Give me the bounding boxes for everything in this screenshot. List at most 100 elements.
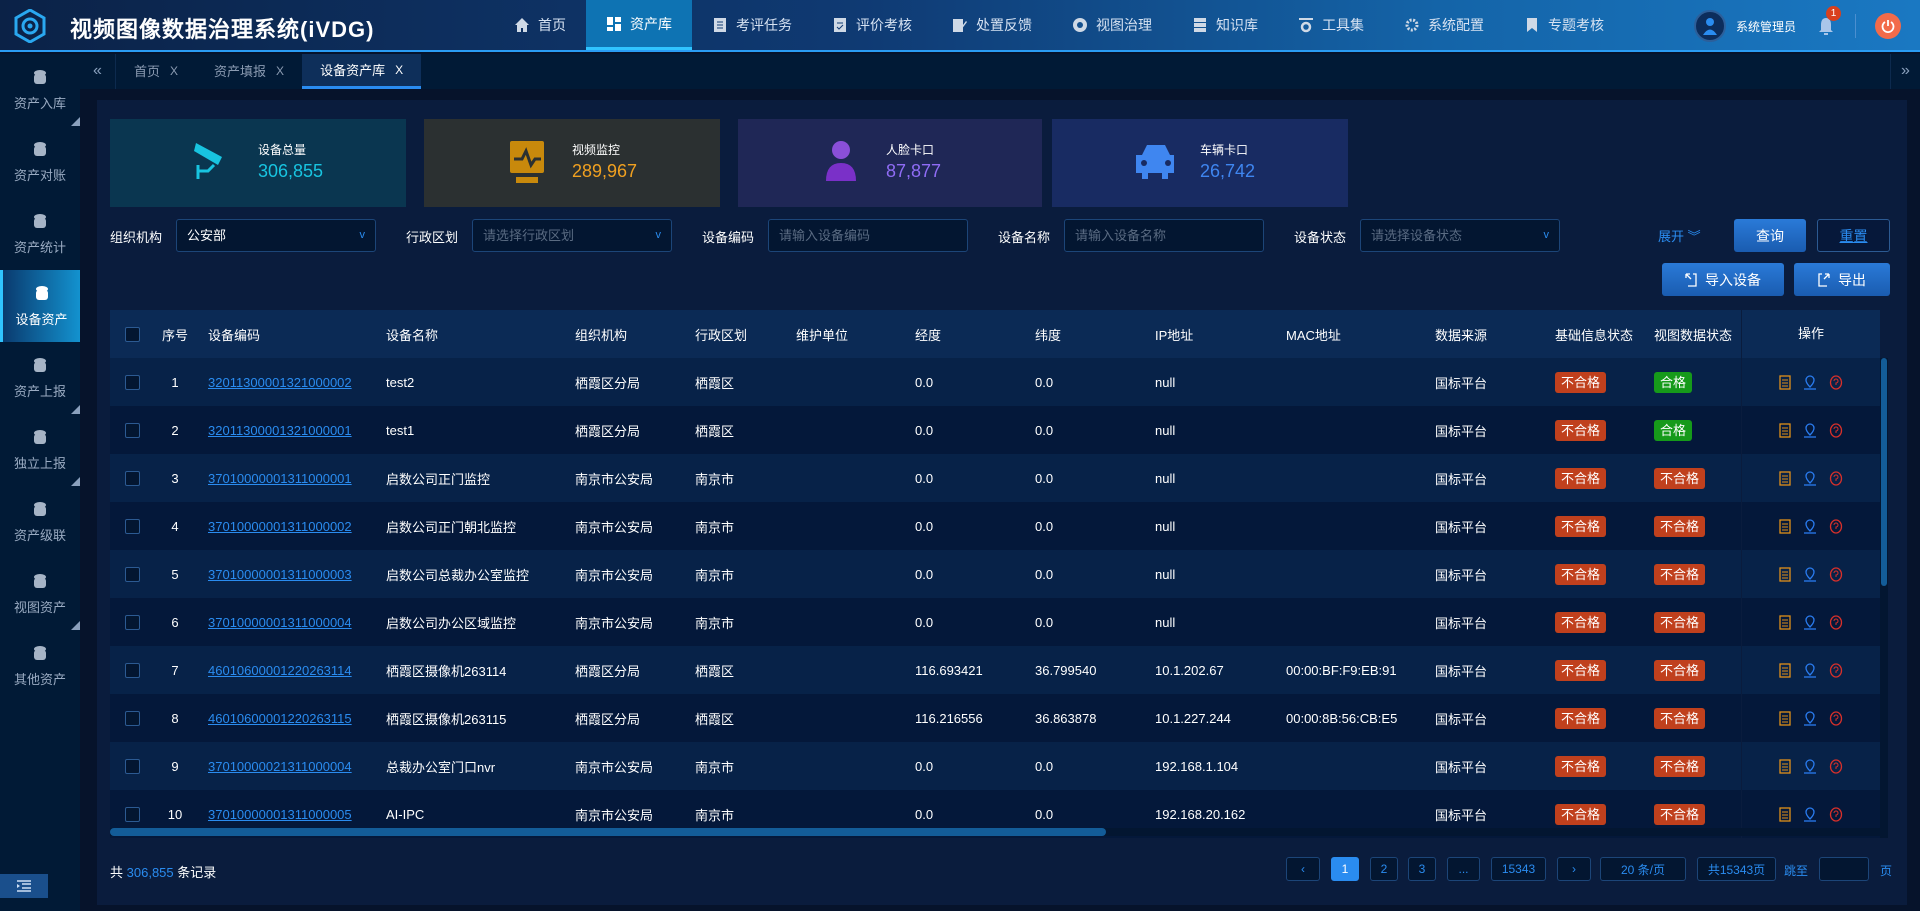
user-name[interactable]: 系统管理员 — [1736, 18, 1796, 35]
tab-device-asset-library[interactable]: 设备资产库 X — [302, 53, 422, 89]
help-icon[interactable] — [1829, 374, 1843, 390]
horizontal-scrollbar[interactable] — [110, 828, 1880, 836]
device-code-input[interactable]: 请输入设备编码 — [768, 219, 968, 252]
device-code-link[interactable]: 46010600001220263115 — [208, 711, 352, 726]
row-checkbox[interactable] — [125, 806, 140, 822]
row-checkbox[interactable] — [125, 422, 140, 438]
page-last-button[interactable]: 15343 — [1491, 857, 1546, 881]
help-icon[interactable] — [1829, 806, 1843, 822]
close-icon[interactable]: X — [276, 54, 284, 89]
row-checkbox[interactable] — [125, 614, 140, 630]
help-icon[interactable] — [1829, 710, 1843, 726]
row-checkbox[interactable] — [125, 758, 140, 774]
device-code-link[interactable]: 37010000001311000005 — [208, 807, 352, 822]
sidebar-item-7[interactable]: 视图资产 — [0, 558, 80, 630]
detail-icon[interactable] — [1779, 422, 1791, 438]
sidebar-item-0[interactable]: 资产入库 — [0, 54, 80, 126]
sidebar-toggle-button[interactable] — [0, 874, 48, 898]
sidebar-item-1[interactable]: 资产对账 — [0, 126, 80, 198]
device-code-link[interactable]: 37010000001311000002 — [208, 519, 352, 534]
location-icon[interactable] — [1803, 758, 1817, 774]
scrollbar-thumb[interactable] — [1881, 358, 1887, 586]
reset-button[interactable]: 重置 — [1817, 219, 1890, 252]
vertical-scrollbar[interactable] — [1880, 358, 1888, 838]
location-icon[interactable] — [1803, 470, 1817, 486]
help-icon[interactable] — [1829, 662, 1843, 678]
avatar[interactable] — [1694, 10, 1726, 42]
row-checkbox[interactable] — [125, 566, 140, 582]
page-size-select[interactable]: 20 条/页 — [1600, 857, 1686, 881]
help-icon[interactable] — [1829, 614, 1843, 630]
location-icon[interactable] — [1803, 710, 1817, 726]
detail-icon[interactable] — [1779, 374, 1791, 390]
nav-item-8[interactable]: 系统配置 — [1384, 0, 1504, 50]
tabs-scroll-left-button[interactable]: « — [80, 54, 116, 89]
select-all-checkbox[interactable] — [125, 326, 140, 342]
detail-icon[interactable] — [1779, 518, 1791, 534]
device-code-link[interactable]: 32011300001321000001 — [208, 423, 352, 438]
close-icon[interactable]: X — [395, 53, 403, 88]
sidebar-item-6[interactable]: 资产级联 — [0, 486, 80, 558]
device-code-link[interactable]: 32011300001321000002 — [208, 375, 352, 390]
location-icon[interactable] — [1803, 374, 1817, 390]
nav-item-0[interactable]: 首页 — [494, 0, 586, 50]
detail-icon[interactable] — [1779, 470, 1791, 486]
location-icon[interactable] — [1803, 518, 1817, 534]
page-2-button[interactable]: 2 — [1370, 857, 1398, 881]
next-page-button[interactable]: › — [1557, 857, 1591, 881]
nav-item-2[interactable]: 考评任务 — [692, 0, 812, 50]
nav-item-5[interactable]: 视图治理 — [1052, 0, 1172, 50]
sidebar-item-5[interactable]: 独立上报 — [0, 414, 80, 486]
query-button[interactable]: 查询 — [1734, 219, 1806, 252]
device-code-link[interactable]: 37010000021311000004 — [208, 759, 352, 774]
tab-asset-report[interactable]: 资产填报 X — [196, 54, 302, 89]
row-checkbox[interactable] — [125, 710, 140, 726]
logout-button[interactable] — [1875, 13, 1901, 39]
device-code-link[interactable]: 37010000001311000004 — [208, 615, 352, 630]
location-icon[interactable] — [1803, 566, 1817, 582]
detail-icon[interactable] — [1779, 566, 1791, 582]
nav-item-1[interactable]: 资产库 — [586, 0, 692, 50]
detail-icon[interactable] — [1779, 758, 1791, 774]
location-icon[interactable] — [1803, 614, 1817, 630]
detail-icon[interactable] — [1779, 710, 1791, 726]
sidebar-item-3[interactable]: 设备资产 — [0, 270, 80, 342]
help-icon[interactable] — [1829, 566, 1843, 582]
help-icon[interactable] — [1829, 518, 1843, 534]
detail-icon[interactable] — [1779, 806, 1791, 822]
page-3-button[interactable]: 3 — [1408, 857, 1436, 881]
row-checkbox[interactable] — [125, 470, 140, 486]
tabs-scroll-right-button[interactable]: » — [1890, 54, 1920, 89]
more-pages-button[interactable]: ... — [1447, 857, 1480, 881]
expand-filters-button[interactable]: 展开 ︾ — [1658, 226, 1701, 245]
jump-page-input[interactable] — [1819, 857, 1869, 881]
close-icon[interactable]: X — [170, 54, 178, 89]
detail-icon[interactable] — [1779, 662, 1791, 678]
tab-home[interactable]: 首页 X — [116, 54, 196, 89]
import-device-button[interactable]: 导入设备 — [1662, 263, 1784, 296]
region-select[interactable]: 请选择行政区划 v — [472, 219, 672, 252]
location-icon[interactable] — [1803, 422, 1817, 438]
export-button[interactable]: 导出 — [1794, 263, 1890, 296]
location-icon[interactable] — [1803, 806, 1817, 822]
nav-item-4[interactable]: 处置反馈 — [932, 0, 1052, 50]
location-icon[interactable] — [1803, 662, 1817, 678]
device-code-link[interactable]: 37010000001311000003 — [208, 567, 352, 582]
nav-item-7[interactable]: 工具集 — [1278, 0, 1384, 50]
help-icon[interactable] — [1829, 470, 1843, 486]
prev-page-button[interactable]: ‹ — [1286, 857, 1320, 881]
row-checkbox[interactable] — [125, 374, 140, 390]
nav-item-3[interactable]: 评价考核 — [812, 0, 932, 50]
org-select[interactable]: 公安部 v — [176, 219, 376, 252]
nav-item-6[interactable]: 知识库 — [1172, 0, 1278, 50]
help-icon[interactable] — [1829, 758, 1843, 774]
nav-item-9[interactable]: 专题考核 — [1504, 0, 1624, 50]
device-code-link[interactable]: 37010000001311000001 — [208, 471, 352, 486]
device-status-select[interactable]: 请选择设备状态 v — [1360, 219, 1560, 252]
row-checkbox[interactable] — [125, 518, 140, 534]
detail-icon[interactable] — [1779, 614, 1791, 630]
sidebar-item-4[interactable]: 资产上报 — [0, 342, 80, 414]
device-code-link[interactable]: 46010600001220263114 — [208, 663, 352, 678]
sidebar-item-8[interactable]: 其他资产 — [0, 630, 80, 702]
help-icon[interactable] — [1829, 422, 1843, 438]
